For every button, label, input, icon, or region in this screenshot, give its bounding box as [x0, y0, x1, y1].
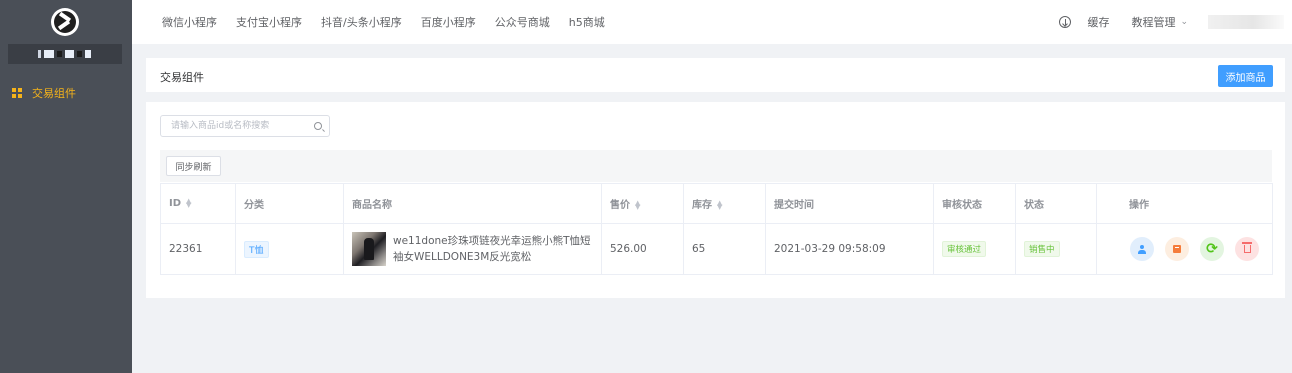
col-header-name: 商品名称: [343, 183, 602, 224]
cell-actions: ⟳: [1096, 223, 1273, 275]
trash-icon: [1241, 242, 1252, 253]
page-title: 交易组件: [160, 71, 204, 84]
sync-refresh-button[interactable]: 同步刷新: [166, 156, 221, 176]
box-icon: [1173, 245, 1181, 253]
tutorial-menu[interactable]: 教程管理: [1131, 14, 1175, 30]
top-right-tools: 缓存 教程管理 ⌄: [1059, 0, 1292, 44]
user-account[interactable]: [1208, 15, 1284, 29]
col-header-audit-status: 审核状态: [933, 183, 1016, 224]
nav-wechat-miniapp[interactable]: 微信小程序: [162, 14, 217, 30]
col-header-submit-time: 提交时间: [765, 183, 934, 224]
table-toolbar: 同步刷新: [160, 150, 1272, 182]
edit-user-button[interactable]: [1130, 237, 1154, 261]
user-icon: [1138, 244, 1146, 254]
product-thumbnail[interactable]: [352, 232, 386, 266]
search-field: [160, 115, 330, 137]
cell-status: 销售中: [1015, 223, 1097, 275]
status-badge: 销售中: [1024, 241, 1060, 257]
table-row: 22361 T恤 we11done珍珠项链夜光幸运熊小熊T恤短袖女WELLDON…: [160, 223, 1273, 275]
cell-category: T恤: [235, 223, 344, 275]
col-header-actions: 操作: [1096, 183, 1273, 224]
category-tag: T恤: [244, 240, 269, 258]
col-header-status: 状态: [1015, 183, 1097, 224]
cell-price: 526.00: [601, 223, 684, 275]
download-icon[interactable]: [1059, 16, 1072, 28]
cell-submit-time: 2021-03-29 09:58:09: [765, 223, 934, 275]
col-header-id[interactable]: ID ▲ ▼: [160, 183, 236, 224]
nav-official-account-mall[interactable]: 公众号商城: [495, 14, 550, 30]
grid-icon: [12, 88, 22, 98]
sort-icon[interactable]: ▲ ▼: [186, 198, 191, 209]
nav-h5-mall[interactable]: h5商城: [569, 14, 605, 30]
sidebar: 交易组件: [0, 0, 132, 373]
sidebar-item-label: 交易组件: [32, 87, 76, 100]
nav-alipay-miniapp[interactable]: 支付宝小程序: [236, 14, 302, 30]
product-list-card: 同步刷新 ID▲▼ 分类 商品名称 售价▲▼ 库存▲▼ 提交时间 审核状态 状态…: [146, 102, 1285, 298]
brand-logo[interactable]: [51, 8, 79, 36]
cell-audit-status: 审核通过: [933, 223, 1016, 275]
refresh-button[interactable]: ⟳: [1200, 237, 1224, 261]
nav-douyin-miniapp[interactable]: 抖音/头条小程序: [321, 14, 402, 30]
audit-status-badge: 审核通过: [942, 241, 987, 257]
table-header-row: ID ▲ ▼ 分类 商品名称 售价 ▲ ▼ 库存 ▲ ▼ 提交时间 审核状态 状态 操作: [160, 183, 1273, 224]
chevron-down-icon[interactable]: ⌄: [1180, 17, 1188, 27]
shop-name-redacted: [8, 44, 122, 64]
cell-id: 22361: [160, 223, 236, 275]
page-header: 交易组件 添加商品: [146, 58, 1285, 92]
cell-product: we11done珍珠项链夜光幸运熊小熊T恤短袖女WELLDONE3M反光宽松: [343, 223, 602, 275]
cell-stock: 65: [683, 223, 766, 275]
sort-icon[interactable]: ▲ ▼: [635, 200, 640, 211]
top-bar: 微信小程序 支付宝小程序 抖音/头条小程序 百度小程序 公众号商城 h5商城 缓…: [132, 0, 1292, 44]
delete-button[interactable]: [1235, 237, 1259, 261]
product-name: we11done珍珠项链夜光幸运熊小熊T恤短袖女WELLDONE3M反光宽松: [393, 235, 591, 263]
nav-baidu-miniapp[interactable]: 百度小程序: [421, 14, 476, 30]
sort-icon[interactable]: ▲ ▼: [717, 200, 722, 211]
product-table: ID ▲ ▼ 分类 商品名称 售价 ▲ ▼ 库存 ▲ ▼ 提交时间 审核状态 状态 操作 2…: [160, 183, 1273, 275]
search-icon[interactable]: [314, 122, 322, 130]
col-header-stock[interactable]: 库存 ▲ ▼: [683, 183, 766, 224]
col-header-price[interactable]: 售价 ▲ ▼: [601, 183, 684, 224]
cache-button[interactable]: 缓存: [1087, 14, 1109, 30]
refresh-icon: ⟳: [1206, 241, 1218, 257]
delist-button[interactable]: [1165, 237, 1189, 261]
search-input[interactable]: [171, 116, 311, 136]
add-product-button[interactable]: 添加商品: [1218, 65, 1273, 87]
col-header-category: 分类: [235, 183, 344, 224]
sidebar-item-trade-component[interactable]: 交易组件: [0, 82, 132, 104]
platform-nav: 微信小程序 支付宝小程序 抖音/头条小程序 百度小程序 公众号商城 h5商城: [162, 0, 605, 44]
